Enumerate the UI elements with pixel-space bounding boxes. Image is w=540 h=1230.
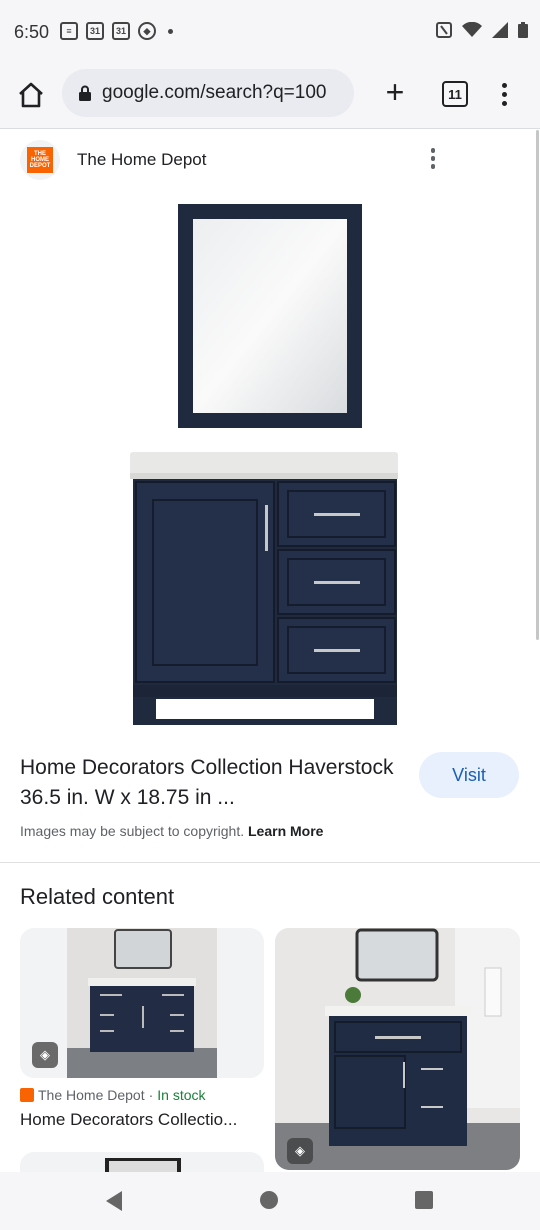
system-icons [436,22,528,38]
battery-icon [518,22,528,38]
visit-button[interactable]: Visit [419,752,519,798]
status-time: 6:50 [14,22,50,42]
related-card-source: The Home Depot · In stock [20,1087,206,1103]
wifi-icon [462,22,482,37]
shopping-tag-icon: ◈ [287,1138,313,1164]
image-source-header: THE HOME DEPOT The Home Depot [0,130,540,190]
browser-toolbar: google.com/search?q=100 + 11 [0,64,540,129]
more-notifications-dot [168,28,173,34]
shopping-tag-icon: ◈ [32,1042,58,1068]
card-separator: · [148,1087,154,1103]
more-options-icon[interactable] [426,148,440,172]
related-card-image[interactable]: ◈ [20,928,264,1078]
browser-menu-icon[interactable] [496,80,512,110]
source-name[interactable]: The Home Depot [77,150,206,170]
nfc-icon [436,22,452,38]
home-nav-icon[interactable] [260,1191,278,1209]
calendar-icon: 31 [112,22,130,40]
lock-icon [79,85,91,101]
related-card-image[interactable] [20,1152,264,1172]
copyright-notice: Images may be subject to copyright. Lear… [20,823,323,839]
related-card-image[interactable]: ◈ [275,928,520,1170]
recents-icon[interactable] [415,1191,433,1209]
result-title[interactable]: Home Decorators Collection Haverstock 36… [20,753,400,813]
address-bar[interactable]: google.com/search?q=100 [62,69,354,117]
home-depot-mini-logo [20,1088,34,1102]
calendar-icon: 31 [86,22,104,40]
related-card-title[interactable]: Home Decorators Collectio... [20,1110,265,1130]
scrollbar[interactable] [536,130,539,640]
stock-status: In stock [157,1087,206,1103]
back-icon[interactable] [104,1190,124,1212]
status-bar: 6:50 ≡ 31 31 ◆ [0,0,540,64]
home-depot-logo: THE HOME DEPOT [20,140,60,180]
divider [0,862,540,863]
message-icon: ≡ [60,22,78,40]
tab-switcher-button[interactable]: 11 [442,81,468,107]
card-source-name: The Home Depot [38,1087,145,1103]
system-navigation-bar [0,1172,540,1230]
url-text[interactable]: google.com/search?q=100 [102,82,342,104]
notification-icons: ≡ 31 31 ◆ [60,22,173,40]
new-tab-button[interactable]: + [380,76,410,108]
home-icon[interactable] [14,78,48,112]
signal-icon [492,22,508,38]
copyright-text: Images may be subject to copyright. [20,823,245,839]
learn-more-link[interactable]: Learn More [248,823,323,839]
tag-notification-icon: ◆ [138,22,156,40]
related-content-heading: Related content [20,884,175,909]
product-image[interactable] [20,195,520,735]
